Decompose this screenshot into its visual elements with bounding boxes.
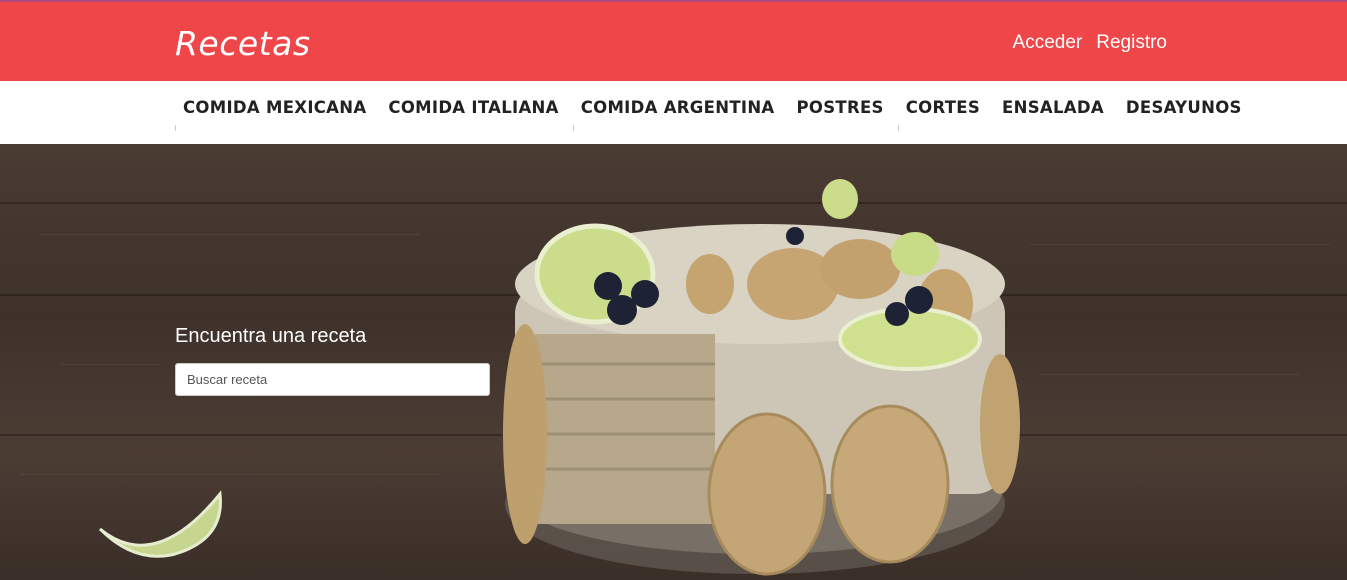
nav-item-ensalada[interactable]: ENSALADA	[994, 81, 1112, 129]
wood-grain	[1040, 374, 1300, 375]
wood-grain	[60, 364, 160, 365]
hero-banner: Encuentra una receta	[0, 144, 1347, 580]
category-menu: COMIDA MEXICANA COMIDA ITALIANA COMIDA A…	[175, 81, 1256, 144]
wood-grain	[40, 234, 420, 235]
auth-links: Acceder Registro	[1013, 32, 1167, 54]
category-navbar: COMIDA MEXICANA COMIDA ITALIANA COMIDA A…	[0, 81, 1347, 144]
recipe-search-input[interactable]	[175, 363, 490, 396]
lime-slice-image	[98, 490, 222, 558]
site-logo[interactable]: Recetas	[175, 24, 311, 63]
nav-item-comida-italiana[interactable]: COMIDA ITALIANA	[380, 81, 566, 129]
cake-image	[503, 179, 1020, 576]
wood-grain	[1030, 244, 1330, 245]
wood-grain	[20, 474, 440, 475]
nav-item-postres[interactable]: POSTRES	[789, 81, 892, 129]
login-link[interactable]: Acceder	[1013, 32, 1083, 54]
register-link[interactable]: Registro	[1096, 32, 1167, 54]
nav-item-comida-mexicana[interactable]: COMIDA MEXICANA	[175, 81, 374, 131]
search-title: Encuentra una receta	[175, 325, 367, 347]
nav-item-desayunos[interactable]: DESAYUNOS	[1118, 81, 1250, 129]
nav-item-comida-argentina[interactable]: COMIDA ARGENTINA	[572, 81, 783, 131]
nav-item-cortes[interactable]: CORTES	[897, 81, 988, 131]
top-header-bar: Recetas Acceder Registro	[0, 0, 1347, 81]
